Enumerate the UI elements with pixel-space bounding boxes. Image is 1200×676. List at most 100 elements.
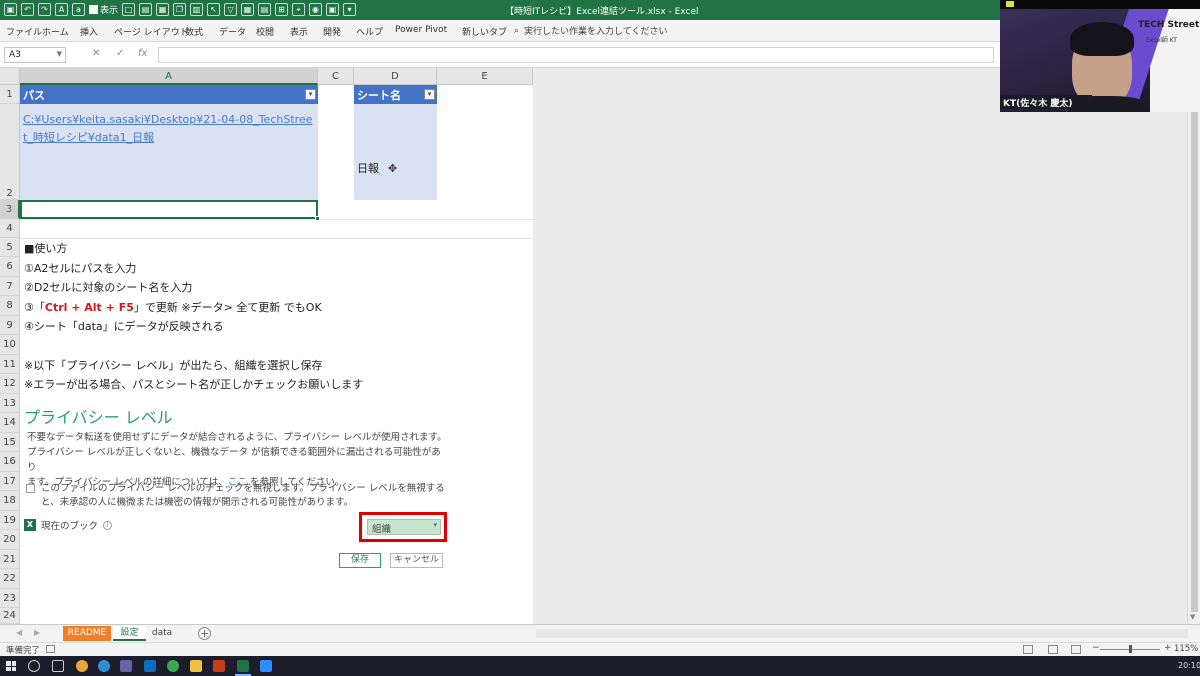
merge-icon[interactable]: ⊞	[275, 3, 289, 16]
row-header[interactable]: 9	[0, 316, 20, 335]
chevron-down-icon[interactable]: ▼	[57, 50, 62, 58]
tab-formulas[interactable]: 数式	[185, 25, 203, 38]
tab-page-layout[interactable]: ページ レイアウト	[114, 25, 189, 38]
formula-input[interactable]	[158, 47, 994, 63]
tab-review[interactable]: 校閲	[256, 25, 274, 38]
copy-icon[interactable]: ❐	[173, 3, 187, 16]
sheet-tab-readme[interactable]: README	[63, 626, 111, 641]
teams-icon[interactable]	[120, 660, 132, 672]
filter-dropdown-icon[interactable]: ▾	[424, 89, 435, 100]
select-icon[interactable]: ⌖	[292, 3, 306, 16]
sheet-tab-data[interactable]: data	[148, 626, 176, 641]
next-sheet-icon[interactable]: ▶	[34, 628, 40, 637]
row-header[interactable]: 1	[0, 85, 20, 104]
borders-icon[interactable]: ▤	[258, 3, 272, 16]
row-header[interactable]: 16	[0, 452, 20, 472]
zoom-app-icon[interactable]	[260, 660, 272, 672]
zoom-in-icon[interactable]: +	[1164, 643, 1172, 653]
camera-icon[interactable]: ◉	[309, 3, 323, 16]
pointer-icon[interactable]: ↖	[207, 3, 221, 16]
path-cell[interactable]: C:¥Users¥keita.sasaki¥Desktop¥21-04-08_T…	[20, 104, 318, 200]
prev-sheet-icon[interactable]: ◀	[16, 628, 22, 637]
row-header[interactable]: 5	[0, 238, 20, 257]
row-header[interactable]: 18	[0, 491, 20, 511]
row-header[interactable]: 7	[0, 277, 20, 296]
tell-me-search[interactable]: ⌕ 実行したい作業を入力してください	[514, 24, 668, 38]
form-icon[interactable]: ▣	[326, 3, 340, 16]
page-layout-view-icon[interactable]	[1048, 645, 1058, 654]
undo-icon[interactable]: ↶	[21, 3, 34, 16]
row-header[interactable]: 10	[0, 335, 20, 355]
row-header[interactable]: 4	[0, 219, 20, 238]
tab-insert[interactable]: 挿入	[80, 25, 98, 38]
font-size-up-icon[interactable]: A	[55, 3, 68, 16]
name-box[interactable]: A3 ▼	[4, 47, 66, 63]
save-icon[interactable]: ▣	[4, 3, 17, 16]
row-header[interactable]: 24	[0, 608, 20, 624]
chrome-icon[interactable]	[76, 660, 88, 672]
edge-icon[interactable]	[98, 660, 110, 672]
normal-view-icon[interactable]	[1023, 645, 1033, 654]
row-header[interactable]: 8	[0, 296, 20, 316]
horizontal-scrollbar[interactable]	[536, 629, 1188, 638]
sheet-tab-settings[interactable]: 設定	[113, 626, 146, 641]
tab-data[interactable]: データ	[219, 25, 246, 38]
file-explorer-icon[interactable]	[190, 660, 202, 672]
vertical-scrollbar[interactable]: ▲ ▼	[1187, 68, 1200, 624]
row-header[interactable]: 22	[0, 569, 20, 589]
row-header[interactable]: 12	[0, 374, 20, 394]
scroll-down-icon[interactable]: ▼	[1190, 613, 1195, 621]
chrome-icon[interactable]	[167, 660, 179, 672]
path-column-header[interactable]: パス ▾	[20, 85, 318, 104]
more-commands-icon[interactable]: ▾	[343, 3, 357, 16]
zoom-level[interactable]: 115%	[1174, 644, 1198, 654]
tab-help[interactable]: ヘルプ	[356, 25, 383, 38]
sheet-name-cell[interactable]: 日報 ✥	[354, 104, 437, 200]
table-icon[interactable]: ▦	[241, 3, 255, 16]
tab-power-pivot[interactable]: Power Pivot	[395, 25, 447, 35]
tab-file[interactable]: ファイル	[6, 25, 42, 38]
zoom-out-icon[interactable]: −	[1092, 643, 1100, 653]
redo-icon[interactable]: ↷	[38, 3, 51, 16]
outlook-icon[interactable]	[144, 660, 156, 672]
paste-icon[interactable]: ▥	[190, 3, 204, 16]
row-header[interactable]: 3	[0, 200, 20, 219]
tab-new-tab[interactable]: 新しいタブ	[462, 25, 507, 38]
display-checkbox[interactable]: 表示	[89, 3, 118, 16]
filter-icon[interactable]: ▽	[224, 3, 238, 16]
filter-dropdown-icon[interactable]: ▾	[305, 89, 316, 100]
font-size-down-icon[interactable]: a	[72, 3, 85, 16]
row-header[interactable]: 15	[0, 433, 20, 452]
ignore-privacy-checkbox[interactable]	[26, 484, 35, 493]
info-icon[interactable]: i	[103, 520, 113, 530]
sheet-name-column-header[interactable]: シート名 ▾	[354, 85, 437, 104]
column-header-c[interactable]: C	[318, 68, 354, 85]
excel-icon[interactable]	[235, 660, 251, 676]
open-file-icon[interactable]: ▤	[139, 3, 153, 16]
cancel-entry-icon[interactable]: ✕	[92, 48, 100, 59]
accessibility-icon[interactable]	[46, 645, 55, 653]
row-header[interactable]: 19	[0, 511, 20, 530]
insert-function-icon[interactable]: fx	[138, 48, 147, 59]
privacy-level-select[interactable]: 組織 ▾	[367, 519, 441, 535]
task-view-icon[interactable]	[52, 660, 64, 672]
tab-developer[interactable]: 開発	[323, 25, 341, 38]
cancel-button[interactable]: キャンセル	[390, 553, 443, 568]
windows-start-icon[interactable]	[6, 661, 16, 671]
path-hyperlink[interactable]: C:¥Users¥keita.sasaki¥Desktop¥21-04-08_T…	[23, 111, 315, 147]
row-header[interactable]: 23	[0, 589, 20, 608]
column-header-e[interactable]: E	[437, 68, 533, 85]
worksheet-grid[interactable]: A C D E 1 2 3 4 5 6 7 8 9 10 11 12 13 14…	[0, 68, 1200, 624]
confirm-entry-icon[interactable]: ✓	[116, 48, 124, 59]
tab-view[interactable]: 表示	[290, 25, 308, 38]
search-icon[interactable]	[28, 660, 40, 672]
row-header[interactable]: 20	[0, 530, 20, 550]
fill-handle[interactable]	[315, 216, 320, 221]
save-button[interactable]: 保存	[339, 553, 381, 568]
print-preview-icon[interactable]: ▦	[156, 3, 170, 16]
row-header[interactable]: 6	[0, 257, 20, 277]
scrollbar-thumb[interactable]	[1191, 82, 1198, 612]
zoom-slider-thumb[interactable]	[1129, 645, 1132, 653]
row-header[interactable]: 17	[0, 472, 20, 491]
row-header[interactable]: 21	[0, 550, 20, 569]
